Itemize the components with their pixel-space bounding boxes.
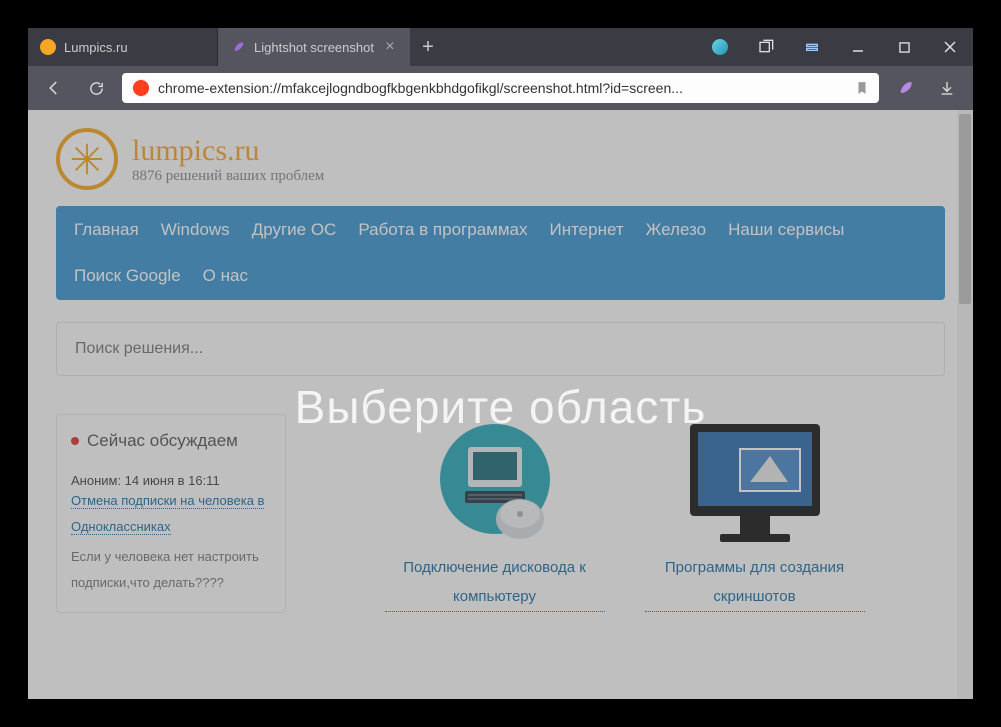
- overlay-hint-text: Выберите область: [28, 380, 973, 434]
- nav-google-search[interactable]: Поиск Google: [74, 266, 181, 286]
- minimize-button[interactable]: [835, 28, 881, 66]
- card-link[interactable]: Подключение дисковода к компьютеру: [385, 554, 605, 612]
- tab-bar: Lumpics.ru Lightshot screenshot × +: [28, 28, 973, 66]
- bookmark-icon[interactable]: [855, 80, 869, 96]
- nav-hardware[interactable]: Железо: [646, 220, 706, 240]
- close-tab-icon[interactable]: ×: [382, 39, 398, 55]
- site-tagline: 8876 решений ваших проблем: [132, 168, 324, 185]
- tab-label: Lightshot screenshot: [254, 40, 374, 55]
- discussion-title: Сейчас обсуждаем: [71, 431, 271, 451]
- extensions-icon[interactable]: [789, 28, 835, 66]
- browser-window: Lumpics.ru Lightshot screenshot × +: [27, 27, 974, 700]
- tab-lumpics[interactable]: Lumpics.ru: [28, 28, 218, 66]
- card-disk-drive[interactable]: Подключение дисковода к компьютеру: [385, 414, 605, 613]
- card-image-computer-icon: [410, 414, 580, 554]
- yandex-icon: [132, 79, 150, 97]
- card-link[interactable]: Программы для создания скриншотов: [645, 554, 865, 612]
- favicon-orange-icon: [40, 39, 56, 55]
- cards-row: Подключение дисковода к компьютеру: [304, 414, 945, 613]
- nav-windows[interactable]: Windows: [161, 220, 230, 240]
- url-text: chrome-extension://mfakcejlogndbogfkbgen…: [158, 80, 847, 96]
- nav-other-os[interactable]: Другие ОС: [252, 220, 337, 240]
- search-input[interactable]: [75, 340, 926, 358]
- site-logo-icon[interactable]: [56, 128, 118, 190]
- site-name[interactable]: lumpics.ru: [132, 134, 324, 168]
- tab-lightshot[interactable]: Lightshot screenshot ×: [218, 28, 410, 66]
- back-button[interactable]: [38, 72, 70, 104]
- main-nav: Главная Windows Другие ОС Работа в прогр…: [56, 206, 945, 300]
- card-image-monitor-icon: [670, 414, 840, 554]
- close-window-button[interactable]: [927, 28, 973, 66]
- page-content: lumpics.ru 8876 решений ваших проблем Гл…: [28, 110, 973, 699]
- site-header: lumpics.ru 8876 решений ваших проблем: [56, 122, 945, 206]
- profile-icon[interactable]: [697, 28, 743, 66]
- nav-services[interactable]: Наши сервисы: [728, 220, 844, 240]
- url-bar[interactable]: chrome-extension://mfakcejlogndbogfkbgen…: [122, 73, 879, 103]
- lightshot-extension-icon[interactable]: [889, 72, 921, 104]
- discussion-body: Если у человека нет настроить подписки,ч…: [71, 544, 271, 596]
- maximize-button[interactable]: [881, 28, 927, 66]
- tab-label: Lumpics.ru: [64, 40, 205, 55]
- window-controls: [697, 28, 973, 66]
- discussion-link[interactable]: Отмена подписки на человека в Одноклассн…: [71, 493, 264, 535]
- discussion-meta: Аноним: 14 июня в 16:11: [71, 473, 271, 488]
- new-tab-button[interactable]: +: [410, 28, 446, 66]
- search-box[interactable]: [56, 322, 945, 376]
- favicon-feather-icon: [230, 39, 246, 55]
- nav-home[interactable]: Главная: [74, 220, 139, 240]
- nav-internet[interactable]: Интернет: [549, 220, 623, 240]
- nav-about[interactable]: О нас: [203, 266, 248, 286]
- nav-programs[interactable]: Работа в программах: [358, 220, 527, 240]
- collections-icon[interactable]: [743, 28, 789, 66]
- card-screenshot-apps[interactable]: Программы для создания скриншотов: [645, 414, 865, 613]
- discussion-sidebar: Сейчас обсуждаем Аноним: 14 июня в 16:11…: [56, 414, 286, 613]
- live-dot-icon: [71, 437, 79, 445]
- address-bar-row: chrome-extension://mfakcejlogndbogfkbgen…: [28, 66, 973, 110]
- reload-button[interactable]: [80, 72, 112, 104]
- downloads-icon[interactable]: [931, 72, 963, 104]
- scrollbar-thumb[interactable]: [959, 114, 971, 304]
